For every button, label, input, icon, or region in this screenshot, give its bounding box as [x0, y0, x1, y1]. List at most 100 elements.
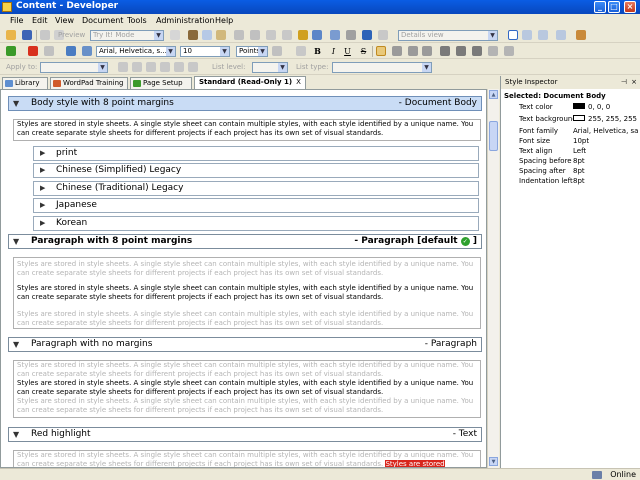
close-panel-icon[interactable]: × [631, 76, 637, 89]
list-restart-icon[interactable] [188, 62, 198, 72]
bullets-icon[interactable] [118, 62, 128, 72]
content-scrollbar[interactable]: ▲ ▼ [487, 89, 499, 468]
menu-help[interactable]: Help [215, 16, 233, 25]
cut-icon[interactable] [188, 30, 198, 40]
window-icon[interactable] [556, 30, 566, 40]
sample-box: Styles are stored in style sheets. A sin… [13, 119, 481, 141]
save-icon[interactable] [22, 30, 32, 40]
link-icon[interactable] [312, 30, 322, 40]
list-level-select[interactable]: ▼ [252, 62, 288, 73]
collapse-icon[interactable]: ▼ [13, 428, 19, 441]
language-item-print[interactable]: ▶ print [33, 146, 479, 161]
close-button[interactable]: × [624, 1, 636, 13]
menu-bar: File Edit View Document Tools Administra… [0, 14, 640, 28]
doc-icon[interactable] [170, 30, 180, 40]
language-item-korean[interactable]: ▶ Korean [33, 216, 479, 231]
document-content[interactable]: ▼ Body style with 8 point margins - Docu… [0, 89, 487, 468]
section-header-red-highlight[interactable]: ▼ Red highlight - Text [8, 427, 482, 442]
redo-icon[interactable] [282, 30, 292, 40]
property-text-background: Text background 255, 255, 255 [519, 115, 637, 123]
language-item-japanese[interactable]: ▶ Japanese [33, 198, 479, 213]
font-family-select[interactable]: Arial, Helvetica, s... ▼ [96, 46, 176, 57]
undo-icon[interactable] [266, 30, 276, 40]
collapse-icon[interactable]: ▼ [13, 338, 19, 351]
collapse-icon[interactable]: ▼ [13, 235, 19, 248]
table-icon[interactable] [330, 30, 340, 40]
style-icon[interactable] [66, 46, 76, 56]
tab-wordpad-training[interactable]: WordPad Training [50, 77, 128, 89]
delete-icon[interactable] [234, 30, 244, 40]
align-center-icon[interactable] [392, 46, 402, 56]
decrease-indent-icon[interactable] [146, 62, 156, 72]
cancel-icon[interactable] [44, 46, 54, 56]
split-view-icon[interactable] [522, 30, 532, 40]
default-check-icon: ✓ [460, 237, 470, 246]
tab-close-icon[interactable]: X [296, 78, 301, 86]
menu-administration[interactable]: Administration [156, 16, 215, 25]
tab-standard[interactable]: Standard (Read-Only 1) X [194, 76, 306, 89]
tab-library[interactable]: Library [2, 77, 48, 89]
tab-page-setup[interactable]: Page Setup [130, 77, 192, 89]
find-icon[interactable] [250, 30, 260, 40]
pin-icon[interactable]: ⊣ [621, 76, 627, 89]
menu-view[interactable]: View [55, 16, 74, 25]
align-right-icon[interactable] [408, 46, 418, 56]
mode-select[interactable]: Try It! Mode ▼ [90, 30, 164, 41]
strikethrough-button[interactable]: S [358, 46, 369, 57]
unit-select[interactable]: Points ▼ [236, 46, 268, 57]
justify-icon[interactable] [422, 46, 432, 56]
export-icon[interactable] [576, 30, 586, 40]
section-header-paragraph-8pt[interactable]: ▼ Paragraph with 8 point margins - Parag… [8, 234, 482, 249]
add-icon[interactable] [6, 46, 16, 56]
color-icon[interactable] [272, 46, 282, 56]
collapse-icon[interactable]: ▼ [13, 97, 19, 110]
remove-icon[interactable] [28, 46, 38, 56]
library-icon [5, 80, 13, 87]
style-sheet-icon[interactable] [82, 46, 92, 56]
paste-icon[interactable] [216, 30, 226, 40]
minimize-button[interactable]: _ [594, 1, 606, 13]
menu-tools[interactable]: Tools [127, 16, 147, 25]
bold-button[interactable]: B [312, 46, 323, 57]
border-icon[interactable] [488, 46, 498, 56]
panel-icon[interactable] [538, 30, 548, 40]
print-icon[interactable] [40, 30, 50, 40]
scroll-up-icon[interactable]: ▲ [489, 90, 498, 99]
expand-icon: ▶ [40, 184, 46, 192]
format-painter-icon[interactable] [296, 46, 306, 56]
language-item-chinese-traditional[interactable]: ▶ Chinese (Traditional) Legacy [33, 181, 479, 196]
outdent-icon[interactable] [456, 46, 466, 56]
copy-icon[interactable] [202, 30, 212, 40]
spell-check-icon[interactable] [298, 30, 308, 40]
underline-button[interactable]: U [342, 46, 353, 57]
image-icon[interactable] [346, 30, 356, 40]
indent-icon[interactable] [440, 46, 450, 56]
section-header-document-body[interactable]: ▼ Body style with 8 point margins - Docu… [8, 96, 482, 111]
menu-file[interactable]: File [10, 16, 23, 25]
spacing-icon[interactable] [472, 46, 482, 56]
maximize-button[interactable]: □ [608, 1, 620, 13]
list-style-icon[interactable] [174, 62, 184, 72]
scroll-down-icon[interactable]: ▼ [489, 457, 498, 466]
italic-button[interactable]: I [328, 46, 339, 57]
layout-icon[interactable] [508, 30, 518, 40]
scroll-thumb[interactable] [489, 121, 498, 151]
app-icon [2, 2, 12, 12]
format-toolbar: Arial, Helvetica, s... ▼ 10 ▼ Points ▼ B I … [0, 44, 640, 59]
language-item-chinese-simplified[interactable]: ▶ Chinese (Simplified) Legacy [33, 163, 479, 178]
menu-edit[interactable]: Edit [32, 16, 48, 25]
view-select[interactable]: Details view ▼ [398, 30, 498, 41]
preview-label[interactable]: Preview [58, 31, 85, 39]
open-folder-icon[interactable] [6, 30, 16, 40]
section-header-paragraph-no-margins[interactable]: ▼ Paragraph with no margins - Paragraph [8, 337, 482, 352]
numbering-icon[interactable] [132, 62, 142, 72]
shading-icon[interactable] [504, 46, 514, 56]
apply-to-select[interactable]: ▼ [40, 62, 108, 73]
increase-indent-icon[interactable] [160, 62, 170, 72]
list-icon[interactable] [378, 30, 388, 40]
menu-document[interactable]: Document [82, 16, 123, 25]
help-icon[interactable] [362, 30, 372, 40]
align-left-icon[interactable] [376, 46, 386, 56]
list-type-select[interactable]: ▼ [332, 62, 432, 73]
font-size-select[interactable]: 10 ▼ [180, 46, 230, 57]
